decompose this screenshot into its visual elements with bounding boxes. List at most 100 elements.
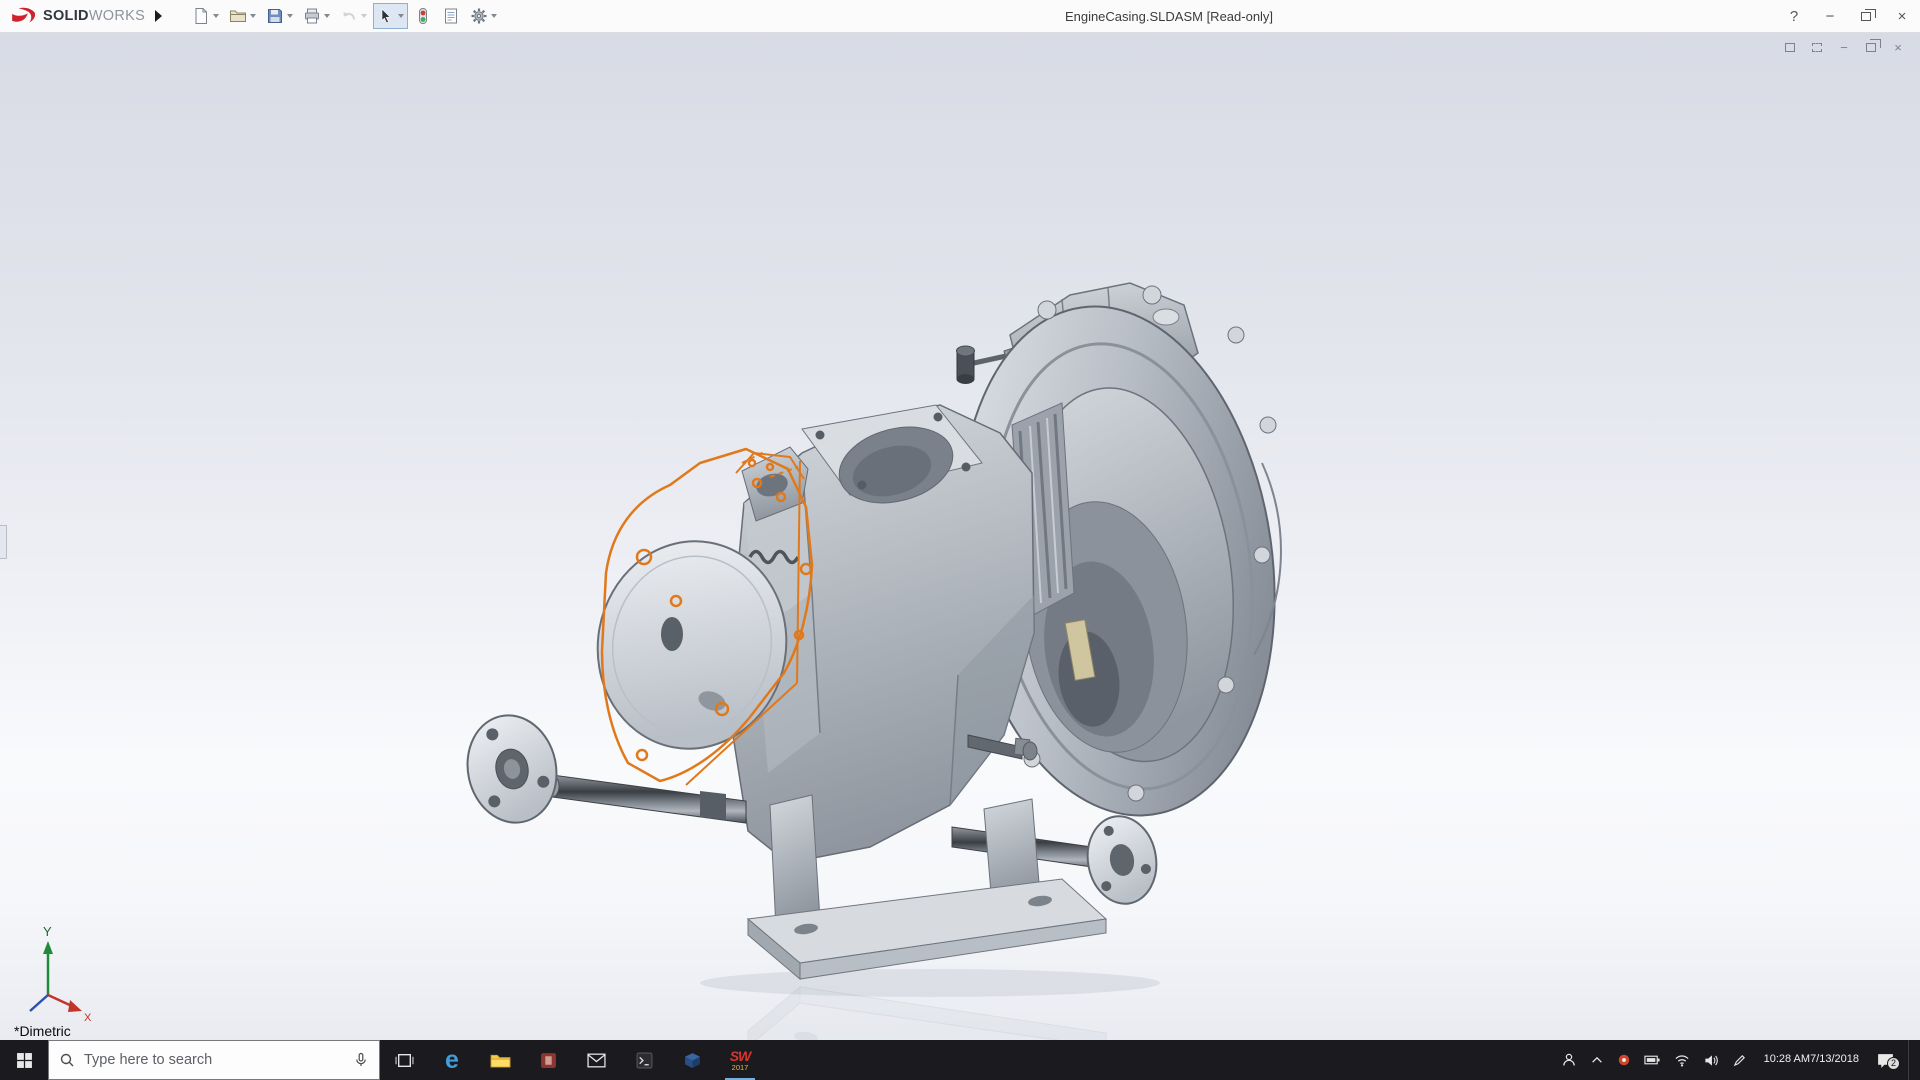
windows-start-icon (16, 1052, 33, 1069)
solidworks-sw-label: SW (730, 1049, 751, 1063)
select-tool-button[interactable] (373, 3, 408, 29)
title-bar: SOLIDWORKS (0, 0, 1920, 33)
status-dot-icon (1617, 1053, 1631, 1067)
search-input[interactable] (84, 1052, 344, 1068)
solidworks-logo: SOLIDWORKS (10, 6, 145, 26)
wifi-icon (1674, 1053, 1690, 1068)
file-properties-icon (442, 7, 460, 25)
floor-shadow (700, 969, 1160, 997)
solidworks-2017-app-icon[interactable]: SW 2017 (716, 1040, 764, 1080)
battery-icon (1644, 1053, 1661, 1067)
triad-y-label: Y (43, 924, 52, 939)
dropdown-caret-icon[interactable] (324, 14, 330, 18)
pen-tray-icon[interactable] (1732, 1053, 1747, 1068)
taskbar-search[interactable] (48, 1040, 380, 1080)
select-cursor-icon (377, 7, 395, 25)
display-stand[interactable] (748, 795, 1106, 979)
dropdown-caret-icon[interactable] (287, 14, 293, 18)
3d-scene[interactable]: Y X (0, 33, 1920, 1040)
dropdown-caret-icon[interactable] (491, 14, 497, 18)
options-button[interactable] (466, 3, 501, 29)
cad-cube-icon (684, 1052, 701, 1069)
taskbar-clock[interactable]: 10:28 AM 7/13/2018 (1760, 1053, 1863, 1067)
save-floppy-icon (266, 7, 284, 25)
doc-close-button[interactable]: × (1888, 38, 1908, 56)
volume-tray-icon[interactable] (1703, 1053, 1719, 1068)
start-button[interactable] (0, 1040, 48, 1080)
brand-works: WORKS (89, 8, 145, 24)
options-gear-icon (470, 7, 488, 25)
window-controls: ? − × (1776, 0, 1920, 33)
new-window-icon[interactable] (1780, 38, 1800, 56)
new-document-icon (192, 7, 210, 25)
solidworks-icon: SW 2017 (730, 1049, 751, 1072)
file-explorer-icon (490, 1052, 511, 1069)
taskbar: e (0, 1040, 1920, 1080)
solidworks-logo-icon (10, 6, 38, 26)
restore-button[interactable] (1848, 0, 1884, 33)
action-center-button[interactable]: 2 (1876, 1052, 1895, 1069)
notification-badge: 2 (1887, 1057, 1900, 1070)
edge-icon: e (445, 1048, 459, 1073)
engine-casing-model[interactable] (458, 283, 1306, 979)
cad-cube-app-icon[interactable] (668, 1040, 716, 1080)
cascade-window-icon[interactable] (1807, 38, 1827, 56)
volume-icon (1703, 1053, 1719, 1068)
open-folder-icon (229, 7, 247, 25)
rebuild-traffic-light-icon (414, 7, 432, 25)
command-prompt-icon (636, 1052, 653, 1069)
system-tray: 10:28 AM 7/13/2018 2 (1561, 1040, 1920, 1080)
print-button[interactable] (299, 3, 334, 29)
people-icon (1561, 1052, 1577, 1068)
brand-solid: SOLID (43, 8, 89, 24)
file-properties-button[interactable] (438, 3, 464, 29)
close-button[interactable]: × (1884, 0, 1920, 33)
help-button[interactable]: ? (1776, 0, 1812, 33)
open-document-button[interactable] (225, 3, 260, 29)
edge-app-icon[interactable]: e (428, 1040, 476, 1080)
restore-icon (1861, 12, 1871, 21)
minimize-button[interactable]: − (1812, 0, 1848, 33)
mail-app-icon[interactable] (572, 1040, 620, 1080)
window-box-icon (1785, 43, 1795, 52)
pen-icon (1732, 1053, 1747, 1068)
status-dot-tray-icon[interactable] (1617, 1053, 1631, 1067)
task-view-icon (395, 1052, 414, 1069)
wifi-tray-icon[interactable] (1674, 1053, 1690, 1068)
graphics-viewport[interactable]: − × (0, 33, 1920, 1040)
maroon-app-glyph-icon (540, 1052, 557, 1069)
orientation-triad: Y X (30, 924, 92, 1024)
rebuild-button[interactable] (410, 3, 436, 29)
dropdown-caret-icon[interactable] (361, 14, 367, 18)
menu-expand-arrow[interactable] (155, 10, 162, 22)
dropdown-caret-icon[interactable] (213, 14, 219, 18)
feature-pane-handle[interactable] (0, 525, 7, 559)
document-window-controls: − × (1780, 38, 1908, 56)
dropdown-caret-icon[interactable] (398, 14, 404, 18)
file-explorer-app-icon[interactable] (476, 1040, 524, 1080)
restore-icon (1866, 43, 1876, 52)
battery-tray-icon[interactable] (1644, 1053, 1661, 1067)
dropdown-caret-icon[interactable] (250, 14, 256, 18)
view-orientation-label: *Dimetric (14, 1023, 71, 1039)
brand-text: SOLIDWORKS (43, 7, 145, 25)
window-box-icon (1812, 43, 1822, 52)
doc-restore-button[interactable] (1861, 38, 1881, 56)
solidworks-window: SOLIDWORKS (0, 0, 1920, 1080)
search-icon (59, 1052, 75, 1068)
solidworks-year-label: 2017 (730, 1064, 751, 1072)
command-prompt-app-icon[interactable] (620, 1040, 668, 1080)
show-desktop-button[interactable] (1908, 1040, 1914, 1080)
hidden-icons-button[interactable] (1590, 1053, 1604, 1067)
undo-icon (340, 7, 358, 25)
microphone-icon[interactable] (353, 1052, 369, 1068)
maroon-app-icon[interactable] (524, 1040, 572, 1080)
print-icon (303, 7, 321, 25)
new-document-button[interactable] (188, 3, 223, 29)
undo-button[interactable] (336, 3, 371, 29)
task-view-button[interactable] (380, 1040, 428, 1080)
save-button[interactable] (262, 3, 297, 29)
doc-minimize-button[interactable]: − (1834, 38, 1854, 56)
clock-time: 10:28 AM (1764, 1053, 1810, 1067)
people-tray-icon[interactable] (1561, 1052, 1577, 1068)
